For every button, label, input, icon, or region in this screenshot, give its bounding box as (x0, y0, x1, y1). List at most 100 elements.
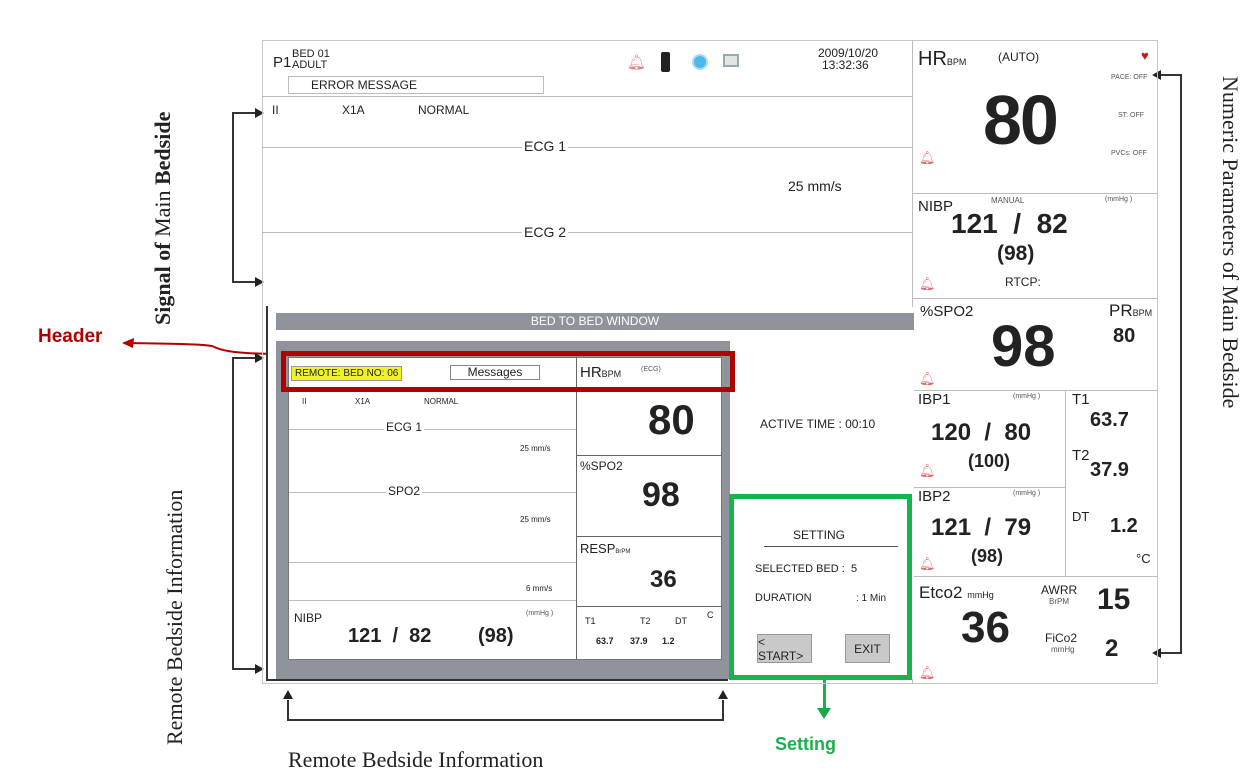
spo2-alarm-icon: 🔔︎ (919, 371, 936, 386)
fico2-unit: mmHg (1051, 645, 1075, 654)
awrr-unit: BrPM (1049, 597, 1069, 606)
ibp2-mean: (98) (971, 546, 1004, 566)
nibp-mode: MANUAL (991, 196, 1025, 205)
remote-nibp-mean: (98) (478, 625, 514, 647)
t2-label: T2 (1072, 447, 1090, 464)
ibp2-value: 121 / 79 (931, 514, 1032, 541)
signal-main-bedside-label: Signal of Main Bedside (150, 111, 175, 325)
active-time: ACTIVE TIME : 00:10 (760, 417, 876, 431)
remote-resp-value: 36 (650, 566, 677, 593)
ibp1-alarm-icon: 🔔︎ (919, 463, 936, 478)
patient-type: ADULT (292, 59, 328, 71)
remote-resp-label: RESP (580, 541, 616, 556)
numeric-parameters-label: Numeric Parameters of Main Bedside (1218, 76, 1243, 409)
temp-unit: °C (1136, 551, 1151, 566)
hr-pace: PACE: OFF (1111, 74, 1148, 81)
remote-bedside-bottom-label: Remote Bedside Information (288, 747, 544, 772)
main-sweep-speed: 25 mm/s (788, 178, 842, 194)
hr-alarm-icon: 🔔︎ (919, 150, 936, 165)
main-mode: NORMAL (418, 103, 470, 117)
remote-nibp-label: NIBP (294, 611, 323, 625)
spo2-value: 98 (991, 314, 1056, 379)
remote-dt-value: 1.2 (662, 636, 675, 646)
remote-t1-label: T1 (585, 616, 596, 626)
nibp-panel: NIBP MANUAL (mmHg ) 121 / 82 (98) RTCP: … (913, 194, 1158, 298)
nibp-alarm-icon: 🔔︎ (919, 276, 936, 291)
ecg2-wave-label: ECG 2 (522, 224, 569, 240)
spo2-label: %SPO2 (920, 303, 974, 320)
remote-nibp-value: 121 / 82 (348, 625, 432, 647)
etco2-label: Etco2 (919, 583, 963, 602)
remote-t2-label: T2 (640, 616, 651, 626)
etco2-value: 36 (961, 603, 1010, 652)
nibp-unit: (mmHg ) (1105, 196, 1133, 203)
ibp1-mean: (100) (968, 451, 1011, 471)
battery-icon (661, 52, 670, 72)
nibp-rtcp: RTCP: (1005, 275, 1041, 289)
ibp1-panel: IBP1 (mmHg ) 120 / 80 (100) 🔔︎ (913, 391, 1065, 487)
temp-panel: T1 63.7 T2 37.9 DT 1.2 °C (1066, 391, 1158, 576)
hr-value: 80 (983, 81, 1059, 159)
heart-icon: ♥ (1141, 48, 1149, 63)
remote-mode: NORMAL (424, 397, 459, 406)
t1-value: 63.7 (1090, 409, 1129, 431)
remote-spo2-wave-label: SPO2 (386, 484, 423, 498)
t2-value: 37.9 (1090, 459, 1129, 481)
awrr-value: 15 (1097, 583, 1131, 616)
setting-callout-label: Setting (775, 734, 836, 754)
remote-hr-value: 80 (648, 396, 695, 443)
awrr-label: AWRR (1041, 583, 1078, 597)
alarm-bell-icon[interactable]: 🔔︎ (627, 53, 646, 71)
hr-pvcs: PVCs: OFF (1111, 150, 1147, 157)
nibp-value: 121 / 82 (951, 208, 1068, 239)
remote-speed-3: 6 mm/s (526, 584, 553, 593)
ibp1-unit: (mmHg ) (1013, 393, 1041, 400)
error-message: ERROR MESSAGE (288, 76, 544, 94)
time: 13:32:36 (822, 58, 869, 72)
etco2-panel: Etco2 mmHg 36 AWRR BrPM 15 FiCo2 mmHg 2 … (919, 583, 1131, 680)
setting-highlight-box (729, 494, 912, 680)
remote-t2-value: 37.9 (630, 636, 648, 646)
ibp2-label: IBP2 (918, 488, 951, 505)
ibp2-unit: (mmHg ) (1013, 490, 1041, 497)
hr-panel: HRBPM (AUTO) ♥ PACE: OFF 80 ST: OFF PVCs… (918, 48, 1149, 165)
spo2-panel: %SPO2 98 PRBPM 80 🔔︎ (919, 301, 1153, 386)
ibp1-value: 120 / 80 (931, 419, 1032, 446)
remote-speed-1: 25 mm/s (520, 444, 551, 453)
remote-ecg1-label: ECG 1 (384, 420, 425, 434)
fico2-value: 2 (1105, 635, 1119, 662)
ibp2-panel: IBP2 (mmHg ) 121 / 79 (98) 🔔︎ (913, 488, 1065, 576)
b2b-title: BED TO BED WINDOW (530, 314, 660, 328)
remote-filter: X1A (355, 397, 371, 406)
remote-lead: II (302, 397, 307, 406)
pr-value: 80 (1113, 325, 1136, 347)
header-highlight-box (281, 351, 735, 392)
patient-id: P1 (273, 54, 292, 71)
nibp-label: NIBP (918, 198, 954, 215)
etco2-alarm-icon: 🔔︎ (919, 665, 936, 680)
remote-speed-2: 25 mm/s (520, 515, 551, 524)
fico2-label: FiCo2 (1045, 631, 1078, 645)
hr-mode: (AUTO) (998, 50, 1040, 64)
remote-spo2-value: 98 (642, 476, 680, 514)
hr-label: HR (918, 48, 947, 70)
b2b-title-bar: BED TO BED WINDOW (276, 313, 914, 330)
dt-label: DT (1072, 509, 1090, 524)
main-filter: X1A (342, 103, 365, 117)
remote-nibp-unit: (mmHg ) (526, 610, 554, 617)
ecg1-wave-label: ECG 1 (522, 138, 569, 154)
remote-bedside-vertical-label: Remote Bedside Information (162, 489, 187, 745)
monitor-icon[interactable] (723, 54, 739, 67)
ibp1-label: IBP1 (918, 391, 951, 408)
main-lead: II (272, 103, 279, 117)
remote-dt-label: DT (675, 616, 687, 626)
nibp-mean: (98) (997, 242, 1035, 265)
remote-t1-value: 63.7 (596, 636, 614, 646)
header-callout-label: Header (38, 326, 103, 347)
hr-st: ST: OFF (1118, 112, 1145, 119)
remote-temp-unit: C (707, 610, 714, 620)
pr-label: PR (1109, 301, 1133, 320)
ibp2-alarm-icon: 🔔︎ (919, 556, 936, 571)
network-icon[interactable] (692, 54, 708, 70)
remote-spo2-label: %SPO2 (580, 459, 623, 473)
